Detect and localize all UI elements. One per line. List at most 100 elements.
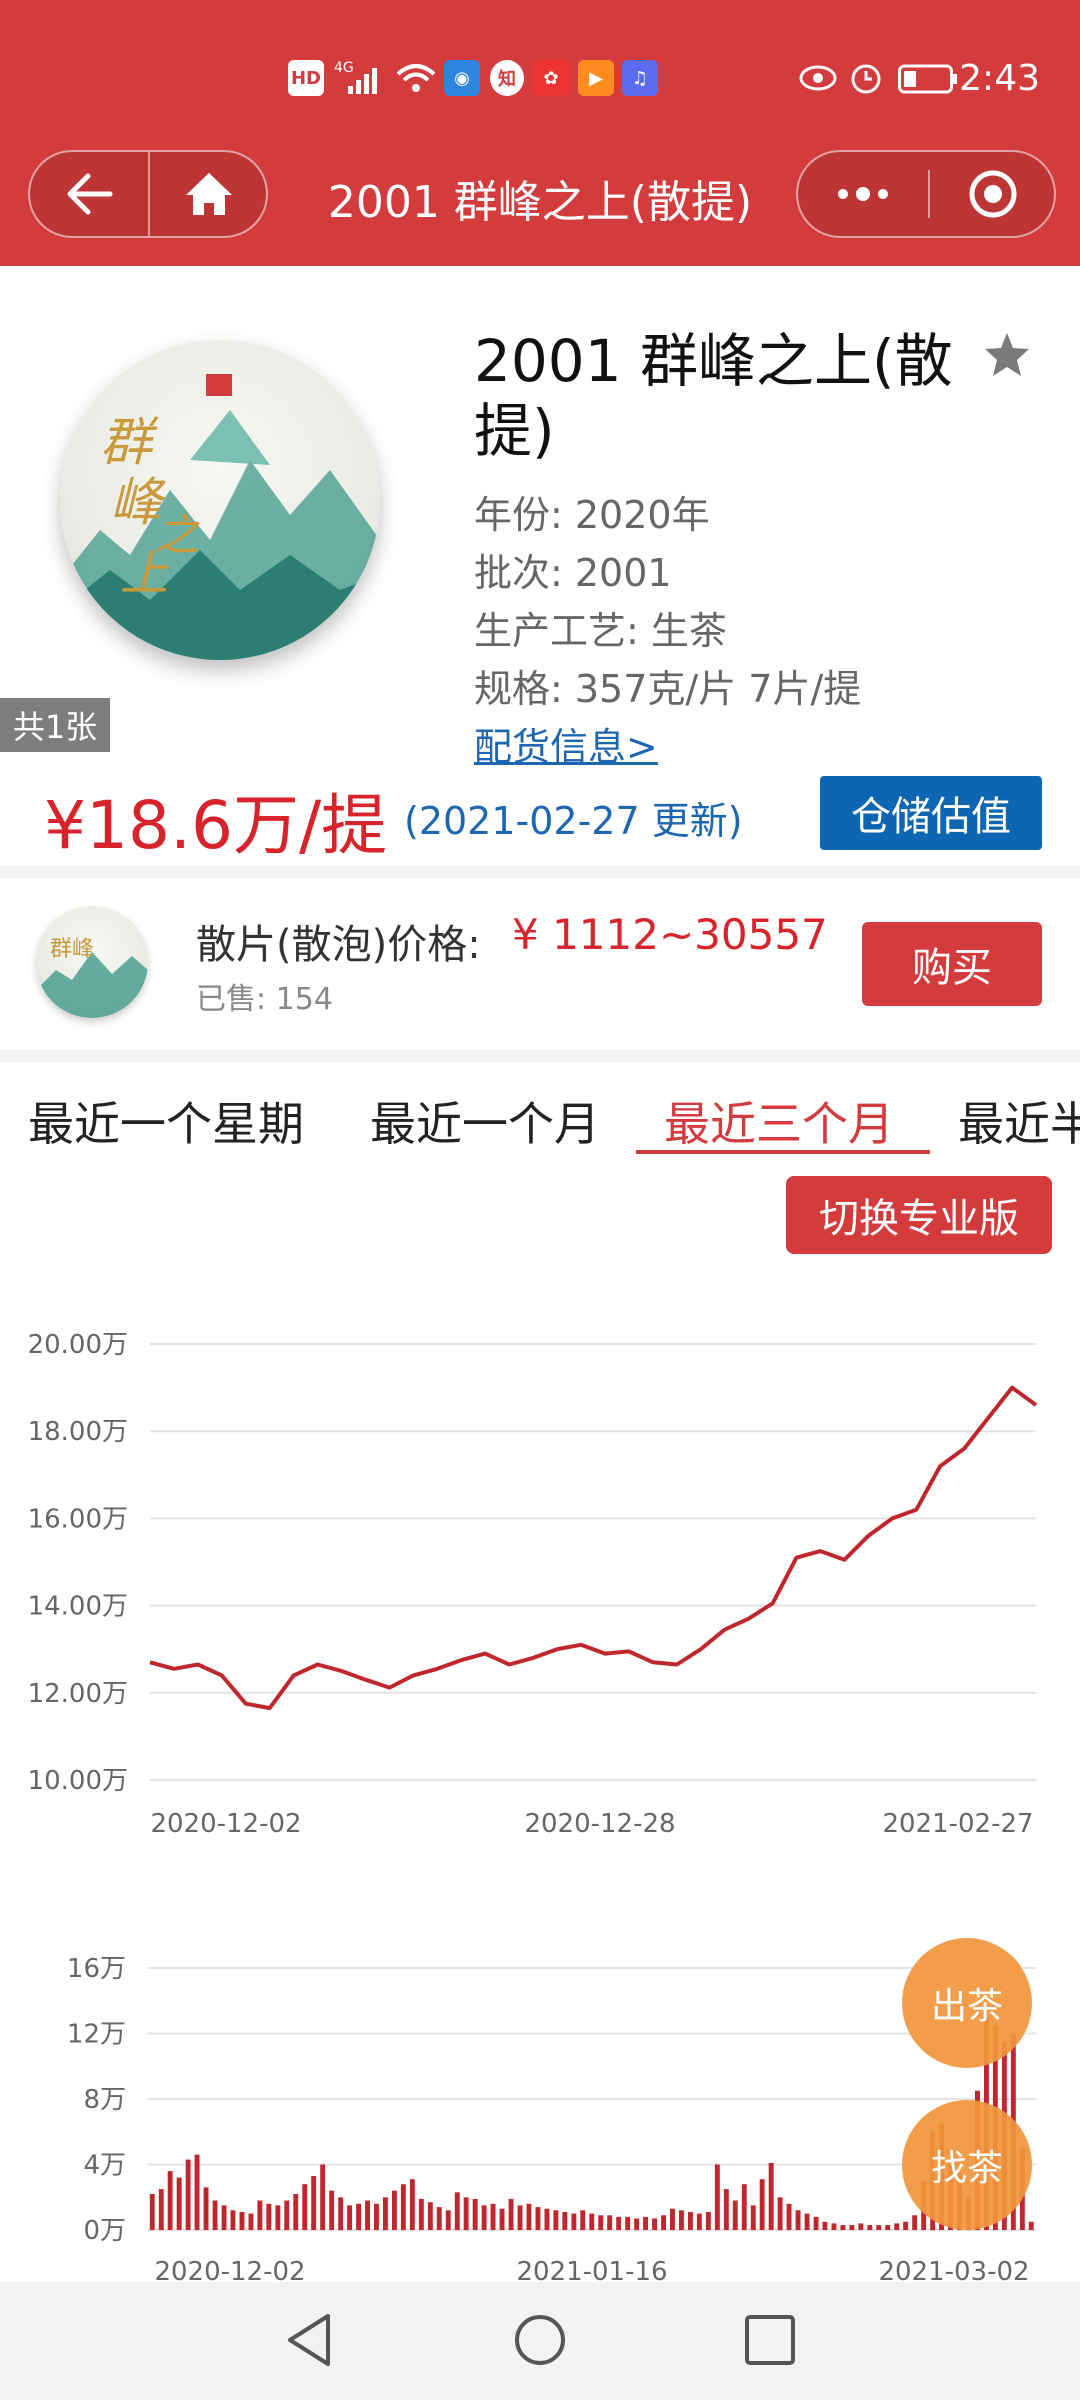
bar-chart-bar (714, 2164, 720, 2230)
line-chart-x-tick-label: 2020-12-02 (150, 1809, 301, 1839)
line-chart-y-tick-label: 20.00万 (28, 1330, 128, 1360)
bar-chart-bar (490, 2203, 496, 2230)
bar-chart-bar (167, 2171, 173, 2230)
bar-chart-bar (347, 2205, 352, 2230)
bar-chart-bar (580, 2210, 586, 2230)
bar-chart-bar (365, 2200, 370, 2230)
bar-chart-bar (517, 2205, 523, 2230)
bar-chart-bar (688, 2212, 693, 2230)
bar-chart-bar (535, 2207, 541, 2230)
bar-chart-bar (212, 2200, 218, 2230)
system-nav-bar (0, 2282, 1080, 2400)
system-home-icon[interactable] (512, 2312, 568, 2368)
bar-chart-bar (759, 2179, 765, 2230)
bar-chart-bar (311, 2176, 317, 2230)
bar-chart-bar (427, 2202, 433, 2230)
bar-chart-bar (813, 2216, 819, 2230)
bar-chart-bar (481, 2205, 487, 2230)
system-recents-icon[interactable] (744, 2314, 796, 2366)
bar-chart-bar (768, 2162, 774, 2230)
line-chart-series-price (149, 1385, 1038, 1711)
bar-chart-bar (741, 2184, 747, 2230)
find-tea-button[interactable]: 找茶 (902, 2100, 1032, 2230)
line-chart-y-tick-label: 10.00万 (28, 1766, 128, 1796)
bar-chart-x-tick-label: 2020-12-02 (154, 2257, 305, 2282)
bar-chart-bar (598, 2215, 604, 2230)
bar-chart-y-tick-label: 12万 (67, 2020, 126, 2050)
bar-chart-bar (409, 2179, 415, 2230)
bar-chart-bar (185, 2159, 191, 2230)
bar-chart-bar (320, 2164, 326, 2230)
bar-chart-bar (158, 2189, 164, 2230)
bar-chart-bar (257, 2200, 263, 2230)
bar-chart-bar (732, 2200, 738, 2230)
bar-chart-bar (463, 2197, 469, 2231)
line-chart-x-tick-label: 2021-02-27 (882, 1809, 1033, 1839)
bar-chart-y-tick-label: 16万 (67, 1954, 126, 1984)
line-chart-y-tick-label: 18.00万 (28, 1417, 128, 1447)
bar-chart-bar (445, 2210, 451, 2230)
bar-chart-bar (643, 2216, 648, 2230)
bar-chart-x-tick-label: 2021-01-16 (516, 2257, 667, 2282)
bar-chart-bar (571, 2213, 577, 2230)
bar-chart-bar (221, 2205, 227, 2230)
bar-chart-bar (526, 2203, 532, 2230)
bar-chart-bar (1028, 2221, 1034, 2230)
bar-chart-bar (616, 2216, 622, 2230)
bar-chart-bar (275, 2205, 281, 2230)
bar-chart-bar (374, 2203, 379, 2230)
line-chart-y-tick-label: 16.00万 (28, 1504, 128, 1534)
bar-chart-bar (670, 2208, 675, 2230)
charts-canvas: 20.00万 18.00万 16.00万 14.00万 12.00万 10.00万 2020… (28, 1330, 1038, 2282)
bar-chart-bar (418, 2198, 424, 2230)
line-chart-y-tick-label: 12.00万 (28, 1679, 128, 1709)
bar-chart-bar (894, 2223, 900, 2230)
bar-chart-bar (544, 2208, 550, 2230)
bar-chart-bar (652, 2218, 657, 2230)
bar-chart-bar (679, 2210, 684, 2230)
bar-chart-bar (795, 2210, 801, 2230)
bar-chart-bar (508, 2198, 514, 2230)
bar-chart-bar (786, 2203, 792, 2230)
bar-chart-bar (804, 2213, 810, 2230)
bar-chart-bar (436, 2207, 442, 2230)
bar-chart-bar (876, 2225, 882, 2230)
bar-chart-bar (705, 2212, 711, 2230)
bar-chart-bar (867, 2225, 873, 2230)
bar-chart-bar (589, 2213, 595, 2230)
bar-chart-bar (912, 2215, 918, 2230)
bar-chart-bar (203, 2187, 209, 2230)
bar-chart-y-tick-label: 0万 (83, 2216, 126, 2246)
bar-chart-bar (338, 2197, 344, 2231)
sell-tea-button[interactable]: 出茶 (902, 1938, 1032, 2068)
bar-chart-bar (400, 2184, 406, 2230)
bar-chart-bar (849, 2225, 855, 2230)
bar-chart-bar (858, 2223, 864, 2230)
bar-chart-bar (661, 2215, 666, 2230)
bar-chart-bar (230, 2210, 236, 2230)
bar-chart-bar (149, 2194, 155, 2230)
bar-chart-bar (903, 2221, 909, 2230)
bar-chart-bar (293, 2194, 299, 2230)
bar-chart-bar (356, 2203, 361, 2230)
bar-chart-bar (392, 2190, 397, 2230)
bar-chart-bar (625, 2216, 631, 2230)
line-chart-x-tick-label: 2020-12-28 (524, 1809, 675, 1839)
bar-chart-bar (284, 2200, 290, 2230)
bar-chart-bar (454, 2192, 460, 2230)
bar-chart-bar (696, 2213, 702, 2230)
bar-chart-bar (822, 2221, 828, 2230)
bar-chart-bar (553, 2210, 559, 2230)
bar-chart-bar (499, 2208, 505, 2230)
bar-chart-bar (831, 2223, 837, 2230)
bar-chart-bar (750, 2205, 756, 2230)
bar-chart-bar (634, 2218, 640, 2230)
bar-chart-bar (194, 2154, 200, 2230)
bar-chart-bar (472, 2198, 478, 2230)
bar-chart-bar (266, 2203, 272, 2230)
bar-chart-bar (239, 2212, 245, 2230)
bar-chart-y-tick-label: 4万 (83, 2151, 126, 2181)
bar-chart-bar (383, 2197, 388, 2231)
system-back-icon[interactable] (284, 2312, 336, 2368)
bar-chart-bar (329, 2190, 335, 2230)
